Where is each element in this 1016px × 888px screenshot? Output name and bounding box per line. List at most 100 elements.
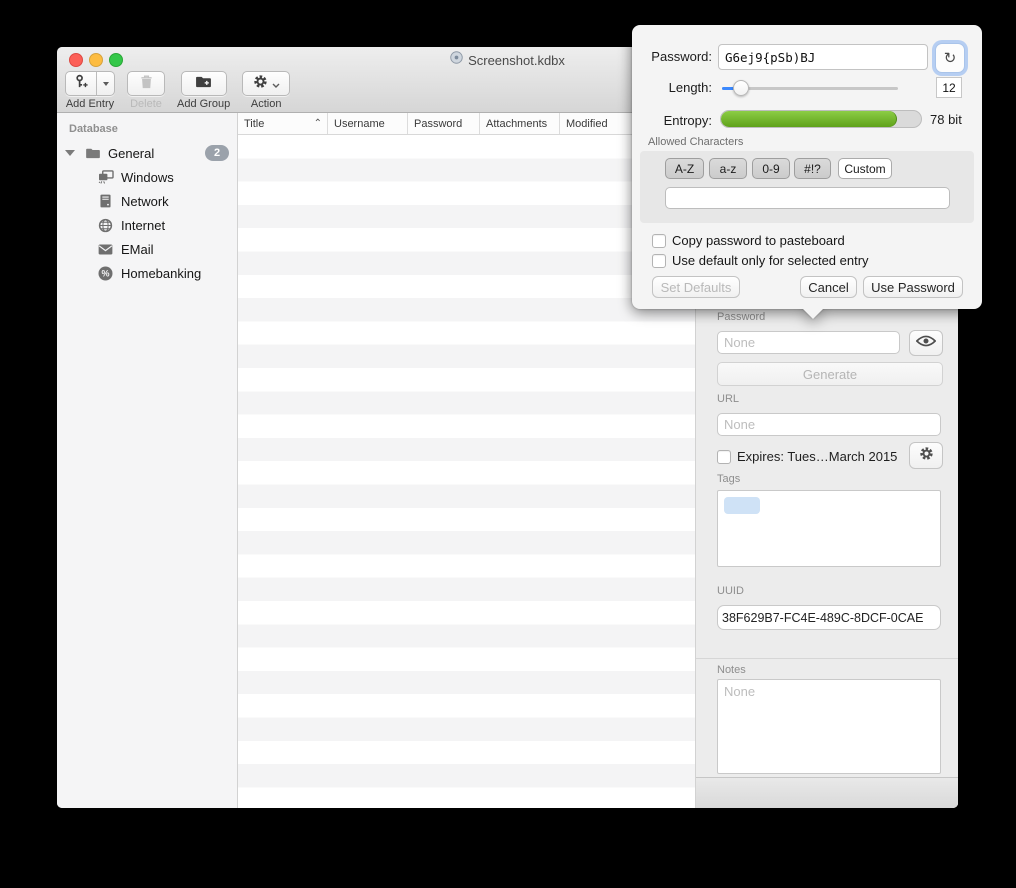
disclosure-triangle-icon[interactable] <box>65 150 75 156</box>
copy-to-pasteboard-label: Copy password to pasteboard <box>672 233 845 248</box>
sort-ascending-icon: ⌃ <box>314 118 322 129</box>
sidebar-item-label: Network <box>121 194 169 209</box>
add-entry-item: Add Entry <box>65 71 115 110</box>
gear-icon <box>919 446 934 466</box>
sidebar-item-label: EMail <box>121 242 154 257</box>
entry-table-header: Title ⌃ Username Password Attachments Mo… <box>238 113 695 135</box>
sidebar-item-label: Homebanking <box>121 266 201 281</box>
charset-custom-toggle[interactable]: Custom <box>838 158 892 179</box>
sidebar-section-header: Database <box>57 113 237 141</box>
default-for-entry-label: Use default only for selected entry <box>672 253 869 268</box>
entropy-bar <box>720 110 922 128</box>
chevron-down-icon <box>103 82 109 86</box>
trash-icon <box>140 74 153 94</box>
action-item: Action <box>242 71 290 110</box>
notes-section-label: Notes <box>717 664 746 676</box>
document-icon <box>450 51 463 69</box>
entry-table: Title ⌃ Username Password Attachments Mo… <box>238 113 695 808</box>
eye-icon <box>916 334 936 352</box>
copy-to-pasteboard-checkbox[interactable] <box>652 234 666 248</box>
copy-to-pasteboard-row: Copy password to pasteboard <box>652 233 845 248</box>
url-section-label: URL <box>717 393 739 405</box>
charset-uppercase-toggle[interactable]: A-Z <box>665 158 704 179</box>
expires-options-button[interactable] <box>909 442 943 469</box>
length-slider[interactable] <box>722 80 898 96</box>
default-for-entry-checkbox[interactable] <box>652 254 666 268</box>
sidebar-item-windows[interactable]: Windows <box>57 165 237 189</box>
regenerate-password-button[interactable]: ↻ <box>935 43 965 73</box>
toolbar-label: Add Group <box>177 98 230 110</box>
add-group-item: Add Group <box>177 71 230 110</box>
sidebar-item-homebanking[interactable]: % Homebanking <box>57 261 237 285</box>
default-for-entry-row: Use default only for selected entry <box>652 253 869 268</box>
reveal-password-button[interactable] <box>909 330 943 356</box>
entry-count-badge: 2 <box>205 145 229 161</box>
action-button[interactable] <box>242 71 290 96</box>
globe-icon <box>97 218 114 233</box>
refresh-icon: ↻ <box>944 49 957 67</box>
expires-row: Expires: Tues…March 2015 <box>717 449 897 464</box>
column-header-password[interactable]: Password <box>408 113 480 134</box>
windows-icon <box>97 170 114 184</box>
entropy-value: 78 bit <box>930 112 962 127</box>
slider-knob[interactable] <box>733 80 749 96</box>
percent-icon: % <box>97 266 114 281</box>
charset-lowercase-toggle[interactable]: a-z <box>709 158 747 179</box>
sidebar-item-internet[interactable]: Internet <box>57 213 237 237</box>
uuid-section-label: UUID <box>717 585 744 597</box>
add-entry-dropdown-button[interactable] <box>96 71 115 96</box>
cancel-button[interactable]: Cancel <box>800 276 857 298</box>
generated-password-input[interactable] <box>718 44 928 70</box>
folder-icon <box>84 147 101 159</box>
delete-item: Delete <box>127 71 165 110</box>
password-generator-popover: Password: ↻ Length: 12 Entropy: 78 bit A… <box>632 25 982 309</box>
server-icon <box>97 194 114 208</box>
key-plus-icon <box>74 74 89 94</box>
column-header-title[interactable]: Title ⌃ <box>238 113 328 134</box>
expires-label: Expires: Tues…March 2015 <box>737 449 897 464</box>
chevron-down-icon <box>272 75 280 93</box>
length-label: Length: <box>632 80 712 95</box>
panel-footer-bar <box>696 777 958 808</box>
allowed-characters-box: A-Z a-z 0-9 #!? Custom <box>640 151 974 223</box>
charset-symbols-toggle[interactable]: #!? <box>794 158 831 179</box>
add-group-button[interactable] <box>181 71 227 96</box>
add-entry-button[interactable] <box>65 71 97 96</box>
password-input[interactable] <box>717 331 900 354</box>
popover-arrow <box>802 308 824 319</box>
sidebar-item-network[interactable]: Network <box>57 189 237 213</box>
custom-characters-input[interactable] <box>665 187 950 209</box>
generator-password-label: Password: <box>632 49 712 64</box>
charset-digits-toggle[interactable]: 0-9 <box>752 158 790 179</box>
column-header-username[interactable]: Username <box>328 113 408 134</box>
tags-field[interactable] <box>717 490 941 567</box>
sidebar-item-general[interactable]: General 2 <box>57 141 237 165</box>
entropy-label: Entropy: <box>632 113 712 128</box>
sidebar-item-label: Internet <box>121 218 165 233</box>
toolbar-label: Delete <box>130 98 162 110</box>
entropy-bar-fill <box>721 111 897 127</box>
password-section-label: Password <box>717 311 765 323</box>
sidebar-item-label: Windows <box>121 170 174 185</box>
expires-checkbox[interactable] <box>717 450 731 464</box>
envelope-icon <box>97 244 114 255</box>
entry-table-body[interactable] <box>238 135 695 808</box>
length-value-field[interactable]: 12 <box>936 77 962 98</box>
tag-token[interactable] <box>724 497 760 514</box>
folder-plus-icon <box>195 75 212 93</box>
uuid-input[interactable] <box>717 605 941 630</box>
notes-textarea[interactable] <box>717 679 941 774</box>
sidebar: Database General 2 Windows <box>57 113 238 808</box>
url-input[interactable] <box>717 413 941 436</box>
sidebar-item-email[interactable]: EMail <box>57 237 237 261</box>
set-defaults-button[interactable]: Set Defaults <box>652 276 740 298</box>
generate-password-button[interactable]: Generate <box>717 362 943 386</box>
delete-button[interactable] <box>127 71 165 96</box>
toolbar: Add Entry Delete <box>65 71 290 110</box>
panel-divider <box>696 658 958 659</box>
use-password-button[interactable]: Use Password <box>863 276 963 298</box>
svg-text:%: % <box>101 268 109 278</box>
column-header-attachments[interactable]: Attachments <box>480 113 560 134</box>
tags-section-label: Tags <box>717 473 740 485</box>
toolbar-label: Add Entry <box>66 98 114 110</box>
